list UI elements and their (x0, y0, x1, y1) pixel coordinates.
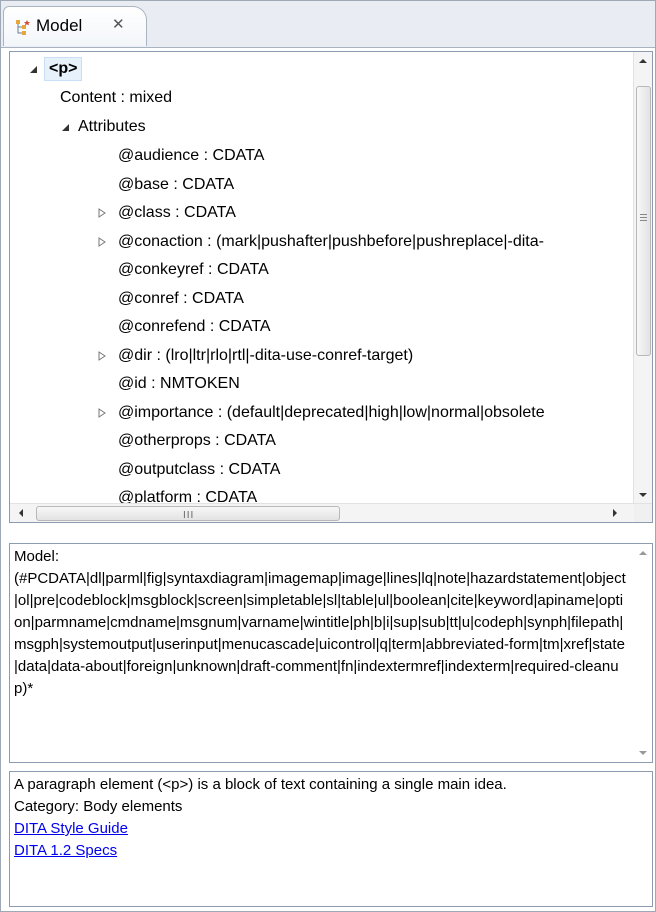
scroll-down-icon[interactable] (634, 486, 652, 504)
tree-horizontal-scrollbar[interactable]: III (10, 503, 652, 522)
scroll-left-icon[interactable] (12, 504, 30, 522)
attribute-label: @dir : (lro|ltr|rlo|rtl|-dita-use-conref… (118, 346, 414, 364)
model-tree-icon (14, 18, 32, 36)
attribute-label: @conrefend : CDATA (118, 318, 271, 335)
scroll-up-icon[interactable] (634, 52, 652, 70)
expand-triangle-icon[interactable] (96, 207, 108, 219)
link-dita-style-guide[interactable]: DITA Style Guide (14, 818, 634, 840)
scroll-up-icon[interactable] (634, 544, 652, 562)
content-model-label: Content : mixed (60, 89, 173, 106)
attribute-label: @conref : CDATA (118, 289, 244, 307)
attributes-label: Attributes (78, 118, 146, 135)
expand-triangle-icon[interactable] (96, 350, 108, 362)
selected-element-label[interactable]: <p> (44, 57, 83, 81)
documentation-pane: A paragraph element (<p>) is a block of … (9, 771, 653, 907)
expand-triangle-icon[interactable] (96, 407, 108, 419)
attribute-label: @conaction : (mark|pushafter|pushbefore|… (118, 232, 544, 250)
model-label: Model: (14, 548, 60, 565)
collapse-triangle-icon[interactable] (28, 63, 40, 75)
expand-triangle-icon[interactable] (96, 236, 108, 248)
collapse-triangle-icon[interactable] (60, 121, 72, 133)
attribute-label: @id : NMTOKEN (118, 375, 240, 392)
element-description: A paragraph element (<p>) is a block of … (14, 776, 507, 793)
content-model-text: Model: (#PCDATA|dl|parml|fig|syntaxdiagr… (14, 546, 626, 700)
scroll-grip: III (183, 510, 195, 521)
tree-pane: <p> Content : mixed Attributes @audience… (9, 51, 653, 523)
tab-title: Model (36, 16, 83, 35)
scroll-down-icon[interactable] (634, 744, 652, 762)
model-view: Model ✕ <p> Content : mixed Attributes @… (0, 0, 656, 912)
close-icon[interactable]: ✕ (112, 15, 125, 33)
attribute-label: @importance : (default|deprecated|high|l… (118, 403, 545, 421)
attribute-label: @platform : CDATA (118, 489, 258, 504)
scroll-right-icon[interactable] (606, 504, 624, 522)
tab-model[interactable]: Model ✕ (3, 6, 147, 46)
element-tree: <p> Content : mixed Attributes @audience… (10, 52, 626, 504)
attribute-label: @conkeyref : CDATA (118, 261, 269, 278)
view-tab-bar: Model ✕ (1, 1, 655, 48)
model-vertical-scrollbar[interactable] (634, 544, 652, 762)
element-category: Category: Body elements (14, 798, 183, 815)
content-model-pane: Model: (#PCDATA|dl|parml|fig|syntaxdiagr… (9, 543, 653, 763)
tree-hscroll-thumb[interactable]: III (36, 506, 340, 521)
attribute-label: @otherprops : CDATA (118, 432, 276, 449)
attribute-label: @audience : CDATA (118, 147, 265, 164)
tree-vertical-scrollbar[interactable] (633, 52, 652, 504)
tree-vscroll-thumb[interactable] (636, 86, 651, 356)
model-expression: (#PCDATA|dl|parml|fig|syntaxdiagram|imag… (14, 570, 626, 697)
documentation-text: A paragraph element (<p>) is a block of … (14, 774, 634, 862)
attribute-label: @class : CDATA (118, 204, 236, 221)
scroll-corner (634, 504, 652, 522)
attribute-label: @base : CDATA (118, 175, 235, 193)
attribute-label: @outputclass : CDATA (118, 460, 281, 478)
link-dita-specs[interactable]: DITA 1.2 Specs (14, 840, 634, 862)
